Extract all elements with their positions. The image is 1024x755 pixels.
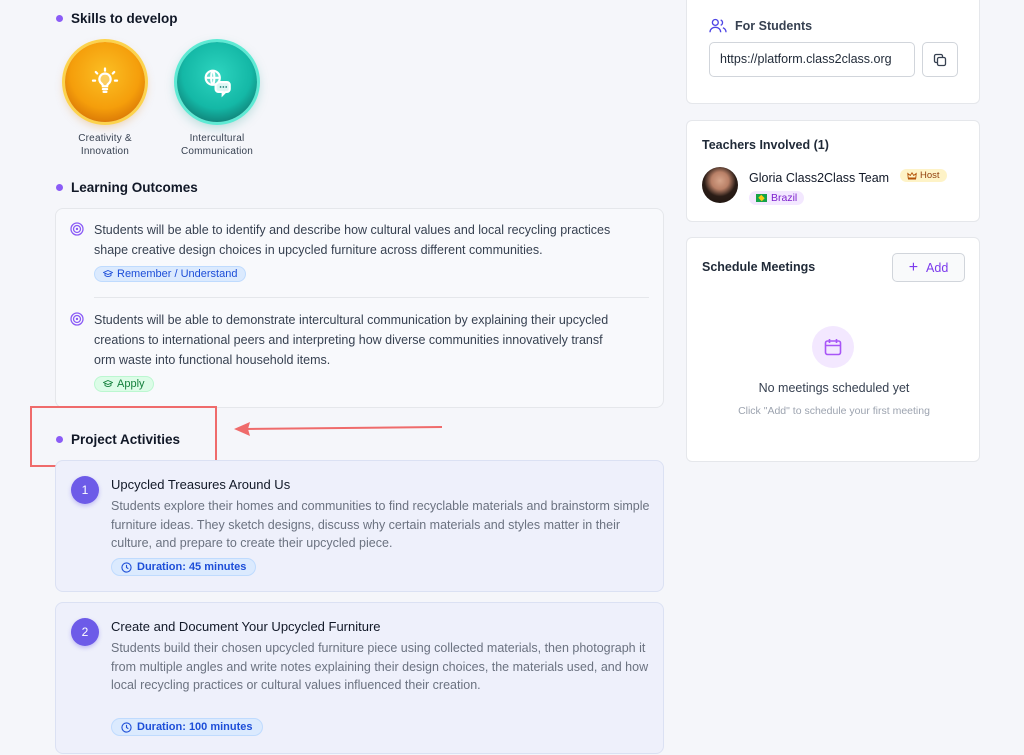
- brazil-flag-icon: [756, 194, 767, 202]
- country-badge: Brazil: [749, 191, 805, 205]
- activity-card[interactable]: 1 Upcycled Treasures Around Us Students …: [55, 460, 664, 592]
- divider: [94, 297, 649, 298]
- teacher-name[interactable]: Gloria Class2Class Team: [749, 171, 889, 185]
- clock-icon: [121, 721, 132, 733]
- activity-title: Upcycled Treasures Around Us: [111, 477, 291, 492]
- outcomes-heading: Learning Outcomes: [56, 180, 198, 195]
- activity-description: Students build their chosen upcycled fur…: [111, 641, 649, 692]
- student-url-field[interactable]: https://platform.class2class.org: [709, 42, 915, 77]
- step-number: 1: [71, 476, 99, 504]
- activity-description: Students explore their homes and communi…: [111, 499, 650, 550]
- bullet-dot: [56, 184, 63, 191]
- outcome-item: Students will be able to identify and de…: [70, 220, 650, 283]
- outcome-item: Students will be able to demonstrate int…: [70, 310, 650, 393]
- skill-intercultural: Intercultural Communication: [167, 42, 267, 158]
- main-column: Skills to develop Creativity & Innovatio…: [0, 0, 680, 755]
- skills-heading: Skills to develop: [56, 11, 178, 26]
- users-icon: [709, 18, 727, 33]
- activity-title: Create and Document Your Upcycled Furnit…: [111, 619, 381, 634]
- teachers-card: Teachers Involved (1) Gloria Class2Class…: [686, 120, 980, 222]
- target-icon: [70, 312, 84, 326]
- duration-badge: Duration: 100 minutes: [111, 718, 263, 736]
- target-icon: [70, 222, 84, 236]
- annotation-arrow-icon: [234, 422, 443, 436]
- plus-icon: +: [908, 258, 919, 276]
- clock-icon: [121, 561, 132, 573]
- empty-state-title: No meetings scheduled yet: [758, 381, 910, 395]
- bullet-dot: [56, 15, 63, 22]
- teachers-title: Teachers Involved (1): [702, 138, 829, 152]
- duration-badge: Duration: 45 minutes: [111, 558, 257, 576]
- calendar-icon-wrapper: [812, 326, 854, 368]
- students-card: For Students https://platform.class2clas…: [686, 0, 980, 104]
- avatar[interactable]: [702, 167, 738, 203]
- skill-label: Intercultural Communication: [180, 133, 254, 157]
- annotation-highlight-box: [30, 406, 217, 467]
- students-header: For Students: [709, 18, 812, 34]
- meetings-card: Schedule Meetings + Add No meetings sche…: [686, 237, 980, 462]
- graduation-cap-icon: [103, 380, 113, 387]
- activity-card[interactable]: 2 Create and Document Your Upcycled Furn…: [55, 602, 664, 754]
- step-number: 2: [71, 618, 99, 646]
- skill-label: Creativity & Innovation: [78, 133, 132, 157]
- add-meeting-button[interactable]: + Add: [892, 253, 965, 282]
- meetings-title: Schedule Meetings: [702, 260, 816, 274]
- outcome-text: Students will be able to demonstrate int…: [94, 313, 609, 367]
- graduation-cap-icon: [103, 270, 113, 277]
- bloom-tag: Remember / Understand: [94, 266, 247, 282]
- calendar-icon: [824, 339, 842, 356]
- chat-bubbles-icon: [177, 42, 257, 122]
- lightbulb-icon: [65, 42, 145, 122]
- host-badge: Host: [900, 169, 947, 182]
- bloom-tag: Apply: [94, 376, 154, 392]
- empty-state-subtitle: Click "Add" to schedule your first meeti…: [738, 405, 930, 417]
- crown-icon: [907, 171, 917, 179]
- copy-button[interactable]: [922, 42, 958, 77]
- outcomes-card: Students will be able to identify and de…: [55, 208, 664, 408]
- copy-icon: [933, 53, 947, 66]
- skill-creativity: Creativity & Innovation: [55, 42, 155, 158]
- outcome-text: Students will be able to identify and de…: [94, 223, 611, 257]
